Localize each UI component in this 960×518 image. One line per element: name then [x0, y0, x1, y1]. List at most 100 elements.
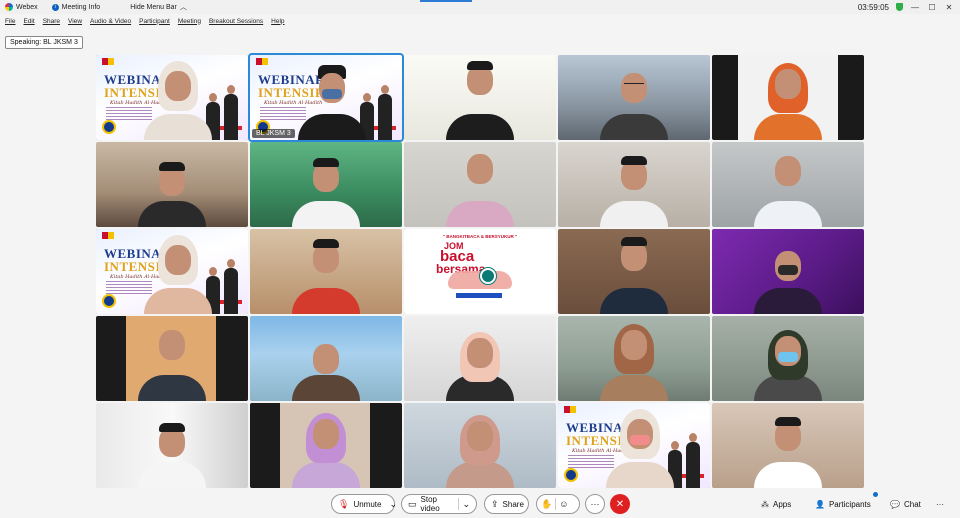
participant-video: [596, 142, 672, 227]
participant-face: [313, 419, 339, 449]
participant-body: [606, 462, 674, 488]
video-tile[interactable]: [96, 142, 248, 227]
meeting-info-button[interactable]: i Meeting Info: [51, 3, 100, 11]
participant-video: [750, 403, 826, 488]
maximize-button[interactable]: ☐: [927, 3, 937, 12]
songkok-cap: [159, 162, 185, 171]
participant-body: [138, 201, 206, 227]
participant-video: [602, 403, 678, 488]
menu-file[interactable]: File: [5, 18, 15, 25]
video-tile[interactable]: " BANGKITBACA & BERSYUKUR " JOM baca bersam…: [404, 229, 556, 314]
chat-button[interactable]: 💬 Chat: [890, 494, 921, 514]
participant-face: [621, 330, 647, 360]
share-button[interactable]: ⇪ Share: [484, 494, 529, 514]
video-tile[interactable]: [558, 55, 710, 140]
participant-body: [292, 375, 360, 401]
video-tile[interactable]: [250, 229, 402, 314]
video-tile[interactable]: [404, 142, 556, 227]
more-options-button[interactable]: ···: [585, 494, 605, 514]
participant-video: [288, 316, 364, 401]
campaign-tagline: " BANGKITBACA & BERSYUKUR ": [442, 234, 518, 239]
minimize-button[interactable]: —: [910, 3, 920, 12]
menu-meeting[interactable]: Meeting: [178, 18, 201, 25]
title-bar: Webex i Meeting Info Hide Menu Bar ︿ 03:…: [0, 0, 960, 14]
video-tile[interactable]: [96, 403, 248, 488]
raise-hand-icon[interactable]: ✋: [541, 499, 552, 509]
hide-menu-bar-button[interactable]: Hide Menu Bar ︿: [130, 2, 187, 12]
video-tile[interactable]: [712, 229, 864, 314]
songkok-cap: [621, 237, 647, 246]
end-call-button[interactable]: ✕: [610, 494, 630, 514]
participant-face: [775, 69, 801, 99]
participant-face: [165, 71, 191, 101]
menu-view[interactable]: View: [68, 18, 82, 25]
chevron-down-icon[interactable]: ⌄: [462, 499, 470, 509]
participant-video: [442, 142, 518, 227]
participants-button[interactable]: 👤 Participants: [815, 492, 878, 514]
menu-help[interactable]: Help: [271, 18, 284, 25]
meeting-timer: 03:59:05: [857, 2, 889, 12]
participant-video: [134, 403, 210, 488]
participant-body: [446, 114, 514, 140]
chevron-up-icon: ︿: [179, 4, 187, 11]
emoji-icon[interactable]: ☺: [559, 499, 568, 509]
video-tile[interactable]: WEBINAR INTENSIF Kitab Hadith Al-Hadith: [96, 55, 248, 140]
face-mask: [778, 352, 798, 362]
video-tile[interactable]: [712, 316, 864, 401]
video-tile[interactable]: [712, 55, 864, 140]
video-tile[interactable]: [558, 316, 710, 401]
face-mask: [778, 265, 798, 275]
menu-edit[interactable]: Edit: [23, 18, 34, 25]
speaker-figure: [224, 259, 238, 314]
songkok-cap: [313, 158, 339, 167]
participant-video: [134, 142, 210, 227]
video-tile[interactable]: [250, 316, 402, 401]
video-tile[interactable]: [712, 142, 864, 227]
organizer-logos: [102, 58, 132, 65]
video-tile[interactable]: [404, 403, 556, 488]
video-tile[interactable]: [404, 316, 556, 401]
close-button[interactable]: ✕: [944, 3, 954, 12]
participant-video: [442, 316, 518, 401]
glasses: [624, 83, 644, 87]
campaign-banner: [456, 293, 502, 298]
apps-button[interactable]: ⁂ Apps: [761, 494, 791, 514]
participant-body: [600, 288, 668, 314]
video-tile[interactable]: [404, 55, 556, 140]
organizer-logos: [256, 58, 286, 65]
close-icon: ✕: [615, 498, 625, 510]
menu-share[interactable]: Share: [43, 18, 60, 25]
divider: [457, 498, 459, 510]
more-menu-button[interactable]: ···: [936, 494, 944, 514]
speaker-figure: [686, 433, 700, 488]
video-tile[interactable]: [96, 316, 248, 401]
video-tile[interactable]: [712, 403, 864, 488]
songkok-cap: [313, 239, 339, 248]
participant-video: [596, 229, 672, 314]
app-title[interactable]: Webex: [5, 3, 38, 11]
video-tile[interactable]: [250, 142, 402, 227]
participant-face: [165, 245, 191, 275]
unmute-button[interactable]: 🎙 Unmute ⌄: [331, 494, 397, 514]
speaking-indicator: Speaking: BL JKSM 3: [5, 36, 83, 49]
participant-body: [138, 462, 206, 488]
video-tile[interactable]: [558, 229, 710, 314]
participant-video: [750, 55, 826, 140]
participant-video: [294, 55, 370, 140]
video-tile[interactable]: [250, 403, 402, 488]
stop-video-button[interactable]: ▭ Stop video ⌄: [401, 494, 477, 514]
chevron-down-icon[interactable]: ⌄: [389, 499, 397, 509]
menu-breakout-sessions[interactable]: Breakout Sessions: [209, 18, 263, 25]
participant-body: [292, 462, 360, 488]
participant-video: [596, 316, 672, 401]
songkok-cap: [775, 417, 801, 426]
video-tile[interactable]: WEBINAR INTENSIF Kitab Hadith Al-Hadith: [558, 403, 710, 488]
video-tile[interactable]: WEBINAR INTENSIF Kitab Hadith Al-Hadith: [96, 229, 248, 314]
menu-audio-video[interactable]: Audio & Video: [90, 18, 131, 25]
menu-participant[interactable]: Participant: [139, 18, 170, 25]
emblem-icon: [102, 294, 116, 308]
video-tile[interactable]: WEBINAR INTENSIF Kitab Hadith Al-Hadith BL …: [248, 53, 404, 142]
window-controls: 03:59:05 — ☐ ✕: [858, 0, 954, 14]
video-tile[interactable]: [558, 142, 710, 227]
participant-body: [298, 114, 366, 140]
